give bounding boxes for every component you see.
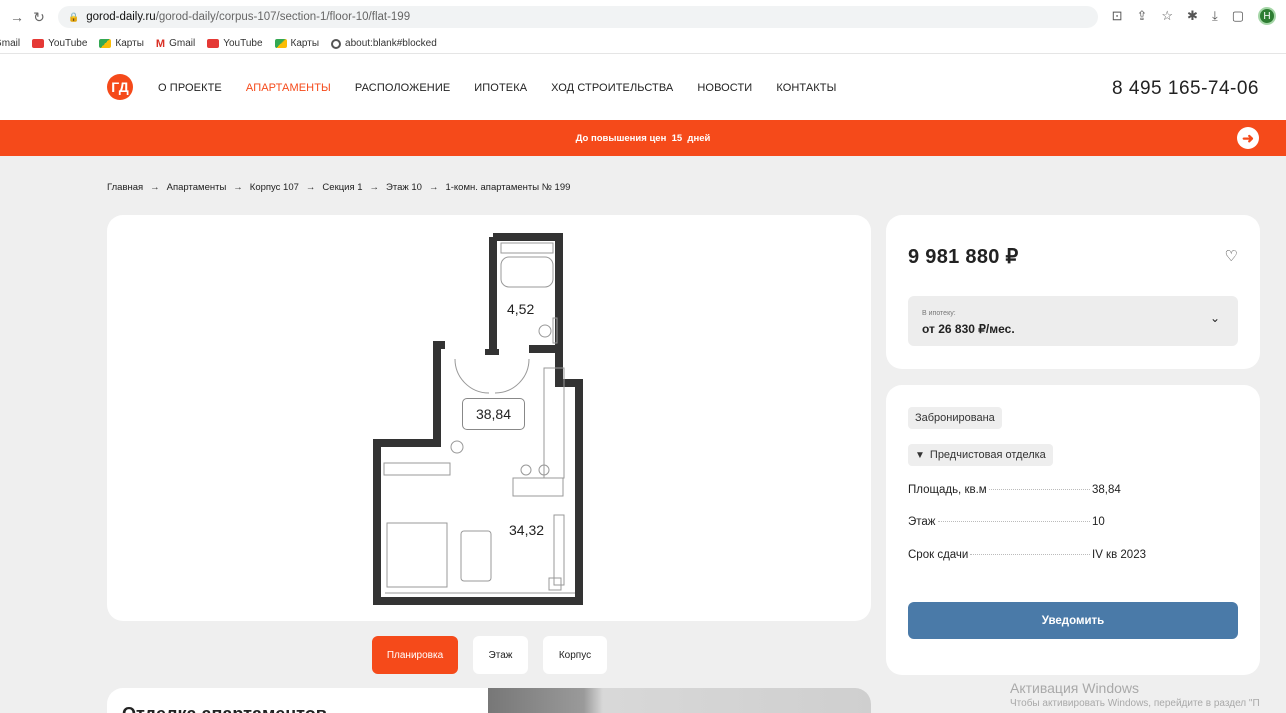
nav-location[interactable]: РАСПОЛОЖЕНИЕ [355, 82, 450, 94]
heart-icon[interactable]: ♡ [1225, 247, 1238, 265]
share-icon[interactable]: ⇪ [1136, 8, 1147, 24]
info-card: Забронирована ▼ Предчистовая отделка Площ… [886, 385, 1260, 675]
lock-icon: 🔒 [68, 11, 80, 22]
youtube-icon [207, 39, 220, 48]
download-icon[interactable]: ⤓ [1212, 8, 1218, 24]
area-room: 34,32 [509, 522, 545, 538]
bookmark-maps-2[interactable]: Карты [274, 38, 319, 49]
breadcrumb-home[interactable]: Главная [107, 182, 143, 193]
breadcrumb-current: 1-комн. апартаменты № 199 [445, 182, 571, 193]
promo-text: До повышения цен 15 дней [575, 132, 711, 144]
arrow-right-icon[interactable]: ➜ [1237, 127, 1259, 149]
arrow-right-icon: → [233, 182, 243, 193]
view-tabs: Планировка Этаж Корпус [372, 636, 607, 674]
spec-row: Площадь, кв.м 38,84 [908, 484, 1121, 496]
site-logo[interactable]: ГД [107, 74, 133, 100]
windows-activation-watermark: Активация Windows Чтобы активировать Win… [1010, 680, 1260, 709]
phone-number[interactable]: 8 495 165-74-06 [1112, 78, 1259, 100]
nav-apartments[interactable]: АПАРТАМЕНТЫ [246, 82, 331, 94]
notify-button[interactable]: Уведомить [908, 602, 1238, 639]
arrow-right-icon: → [428, 182, 439, 193]
spec-row: Срок сдачи IV кв 2023 [908, 549, 1146, 561]
forward-icon[interactable]: → [6, 9, 28, 25]
reload-icon[interactable]: ↻ [28, 9, 50, 26]
breadcrumb-building[interactable]: Корпус 107 [250, 182, 299, 193]
tab-building[interactable]: Корпус [543, 636, 607, 674]
main-nav: О ПРОЕКТЕ АПАРТАМЕНТЫ РАСПОЛОЖЕНИЕ ИПОТЕ… [158, 82, 836, 94]
nav-contacts[interactable]: КОНТАКТЫ [776, 82, 836, 94]
price-card: 9 981 880 ₽ ♡ В ипотеку: от 26 830 ₽/мес… [886, 215, 1260, 369]
nav-about[interactable]: О ПРОЕКТЕ [158, 82, 222, 94]
bookmark-gmail-2[interactable]: M Gmail [156, 38, 195, 50]
extensions-icon[interactable]: ✱ [1187, 8, 1198, 24]
bookmark-gmail[interactable]: Gmail [0, 38, 20, 49]
nav-construction[interactable]: ХОД СТРОИТЕЛЬСТВА [551, 82, 673, 94]
finish-title: Отделка апартаментов [122, 704, 327, 713]
bookmark-youtube-2[interactable]: YouTube [207, 38, 263, 49]
bookmarks-bar: Gmail YouTube Карты MGmail YouTube Карты… [0, 34, 1286, 54]
finish-badge: ▼ Предчистовая отделка [908, 444, 1053, 466]
maps-icon [274, 39, 287, 48]
status-badge: Забронирована [908, 407, 1002, 429]
area-bathroom: 4,52 [507, 301, 535, 317]
floor-plan-card: 4,52 38,84 34,32 [107, 215, 871, 621]
mortgage-value: от 26 830 ₽/мес. [922, 322, 1015, 336]
mortgage-dropdown[interactable]: В ипотеку: от 26 830 ₽/мес. ⌄ [908, 296, 1238, 346]
brush-icon: ▼ [915, 449, 925, 461]
star-icon[interactable]: ☆ [1161, 8, 1173, 24]
arrow-right-icon: → [150, 182, 160, 193]
url-host: gorod-daily.ru [86, 11, 156, 23]
site-header: ГД О ПРОЕКТЕ АПАРТАМЕНТЫ РАСПОЛОЖЕНИЕ ИП… [0, 54, 1286, 120]
address-bar[interactable]: 🔒 gorod-daily.ru/gorod-daily/corpus-107/… [58, 6, 1098, 28]
breadcrumb-apartments[interactable]: Апартаменты [167, 182, 227, 193]
price: 9 981 880 ₽ [908, 246, 1019, 268]
tab-floor[interactable]: Этаж [473, 636, 528, 674]
spec-row: Этаж 10 [908, 516, 1105, 528]
chevron-down-icon: ⌄ [1209, 311, 1220, 325]
bookmark-youtube[interactable]: YouTube [32, 38, 87, 49]
area-total: 38,84 [462, 398, 525, 430]
breadcrumb: Главная → Апартаменты → Корпус 107 → Секция… [107, 182, 570, 193]
mortgage-caption: В ипотеку: [922, 310, 956, 317]
finish-label: Предчистовая отделка [929, 449, 1046, 461]
sidepanel-icon[interactable]: ▢ [1232, 8, 1244, 24]
gmail-icon: M [155, 37, 166, 50]
nav-mortgage[interactable]: ИПОТЕКА [474, 82, 527, 94]
arrow-right-icon: → [369, 182, 380, 193]
globe-icon [331, 38, 342, 49]
maps-icon [99, 39, 112, 48]
finish-card: Отделка апартаментов [107, 688, 871, 713]
bookmark-blank[interactable]: about:blank#blocked [331, 38, 437, 49]
url-path: /gorod-daily/corpus-107/section-1/floor-… [155, 11, 411, 23]
profile-avatar[interactable]: H [1258, 7, 1276, 25]
browser-toolbar: → ↻ 🔒 gorod-daily.ru/gorod-daily/corpus-… [0, 0, 1286, 34]
nav-news[interactable]: НОВОСТИ [697, 82, 752, 94]
bookmark-maps[interactable]: Карты [99, 38, 144, 49]
promo-banner[interactable]: До повышения цен 15 дней ➜ [0, 120, 1286, 156]
tab-layout[interactable]: Планировка [372, 636, 458, 674]
breadcrumb-section[interactable]: Секция 1 [322, 182, 362, 193]
arrow-right-icon: → [305, 182, 316, 193]
install-icon[interactable]: ⊡ [1112, 8, 1123, 24]
breadcrumb-floor[interactable]: Этаж 10 [386, 182, 422, 193]
finish-photo [488, 688, 871, 713]
youtube-icon [32, 39, 45, 48]
